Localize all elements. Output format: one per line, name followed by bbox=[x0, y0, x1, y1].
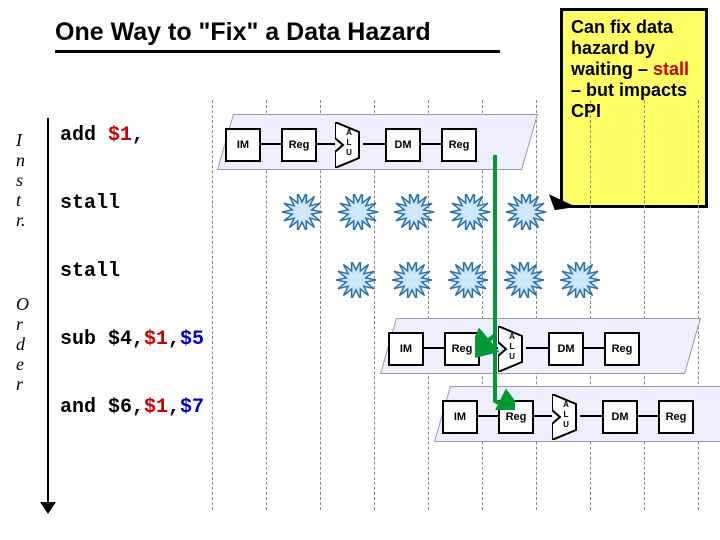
callout-text-post: – but impacts CPI bbox=[571, 80, 687, 121]
bubble-icon bbox=[392, 194, 436, 230]
instruction-text: add $1, bbox=[60, 124, 144, 147]
alu-icon: A L U bbox=[335, 122, 363, 168]
axis-line bbox=[47, 118, 49, 508]
pipeline-row: and $6,$1,$7 IM Reg A L U DM Reg bbox=[60, 392, 700, 460]
bubble-icon bbox=[390, 262, 434, 298]
pipeline-stages: IM Reg A L U DM Reg bbox=[442, 388, 720, 448]
svg-text:A: A bbox=[563, 400, 569, 409]
stage-im: IM bbox=[442, 400, 478, 434]
axis-arrowhead-icon bbox=[40, 502, 56, 514]
bubble-icon bbox=[558, 262, 602, 298]
bubble-icon bbox=[504, 194, 548, 230]
stage-im: IM bbox=[225, 128, 261, 162]
axis-char: e bbox=[16, 354, 29, 374]
instruction-text: stall bbox=[60, 260, 120, 283]
title-underline bbox=[55, 50, 500, 53]
instruction-text: stall bbox=[60, 192, 120, 215]
axis-char: n bbox=[16, 150, 29, 170]
bubble-icon bbox=[334, 262, 378, 298]
bubble-icon bbox=[446, 262, 490, 298]
svg-text:U: U bbox=[563, 420, 569, 429]
svg-text:L: L bbox=[347, 138, 352, 147]
svg-text:U: U bbox=[509, 352, 515, 361]
alu-icon: A L U bbox=[498, 326, 526, 372]
axis-char: r bbox=[16, 314, 29, 334]
stage-im: IM bbox=[388, 332, 424, 366]
svg-text:A: A bbox=[346, 128, 352, 137]
axis-char: O bbox=[16, 294, 29, 314]
svg-text:L: L bbox=[510, 342, 515, 351]
pipeline-rows: add $1, IM Reg A L U DM Reg stall stall su… bbox=[60, 120, 700, 460]
pipeline-stages: IM Reg A L U DM Reg bbox=[388, 320, 718, 380]
page-title: One Way to "Fix" a Data Hazard bbox=[55, 18, 431, 47]
pipeline-row: stall bbox=[60, 256, 700, 324]
svg-text:U: U bbox=[346, 148, 352, 157]
svg-text:L: L bbox=[564, 410, 569, 419]
bubble-icon bbox=[502, 262, 546, 298]
pipeline-row: add $1, IM Reg A L U DM Reg bbox=[60, 120, 700, 188]
axis-char: r bbox=[16, 374, 29, 394]
stage-dm: DM bbox=[548, 332, 584, 366]
bubble-icon bbox=[280, 194, 324, 230]
stage-reg-write: Reg bbox=[604, 332, 640, 366]
pipeline-row: sub $4,$1,$5 IM Reg A L U DM Reg bbox=[60, 324, 700, 392]
axis-char: r. bbox=[16, 210, 29, 230]
axis-char: t bbox=[16, 190, 29, 210]
axis-label: I n s t r. O r d e r bbox=[16, 130, 29, 394]
svg-text:A: A bbox=[509, 332, 515, 341]
bubble-icon bbox=[448, 194, 492, 230]
stage-reg-read: Reg bbox=[498, 400, 534, 434]
stage-reg-read: Reg bbox=[444, 332, 480, 366]
instruction-text: sub $4,$1,$5 bbox=[60, 328, 204, 351]
stage-reg-write: Reg bbox=[658, 400, 694, 434]
callout-stall-word: stall bbox=[653, 59, 689, 79]
axis-char: s bbox=[16, 170, 29, 190]
pipeline-row: stall bbox=[60, 188, 700, 256]
stage-dm: DM bbox=[385, 128, 421, 162]
bubble-icon bbox=[336, 194, 380, 230]
stage-dm: DM bbox=[602, 400, 638, 434]
axis-char: I bbox=[16, 130, 29, 150]
alu-icon: A L U bbox=[552, 394, 580, 440]
axis-char: d bbox=[16, 334, 29, 354]
stage-reg-read: Reg bbox=[281, 128, 317, 162]
instruction-text: and $6,$1,$7 bbox=[60, 396, 204, 419]
stage-reg-write: Reg bbox=[441, 128, 477, 162]
pipeline-stages: IM Reg A L U DM Reg bbox=[225, 116, 555, 176]
